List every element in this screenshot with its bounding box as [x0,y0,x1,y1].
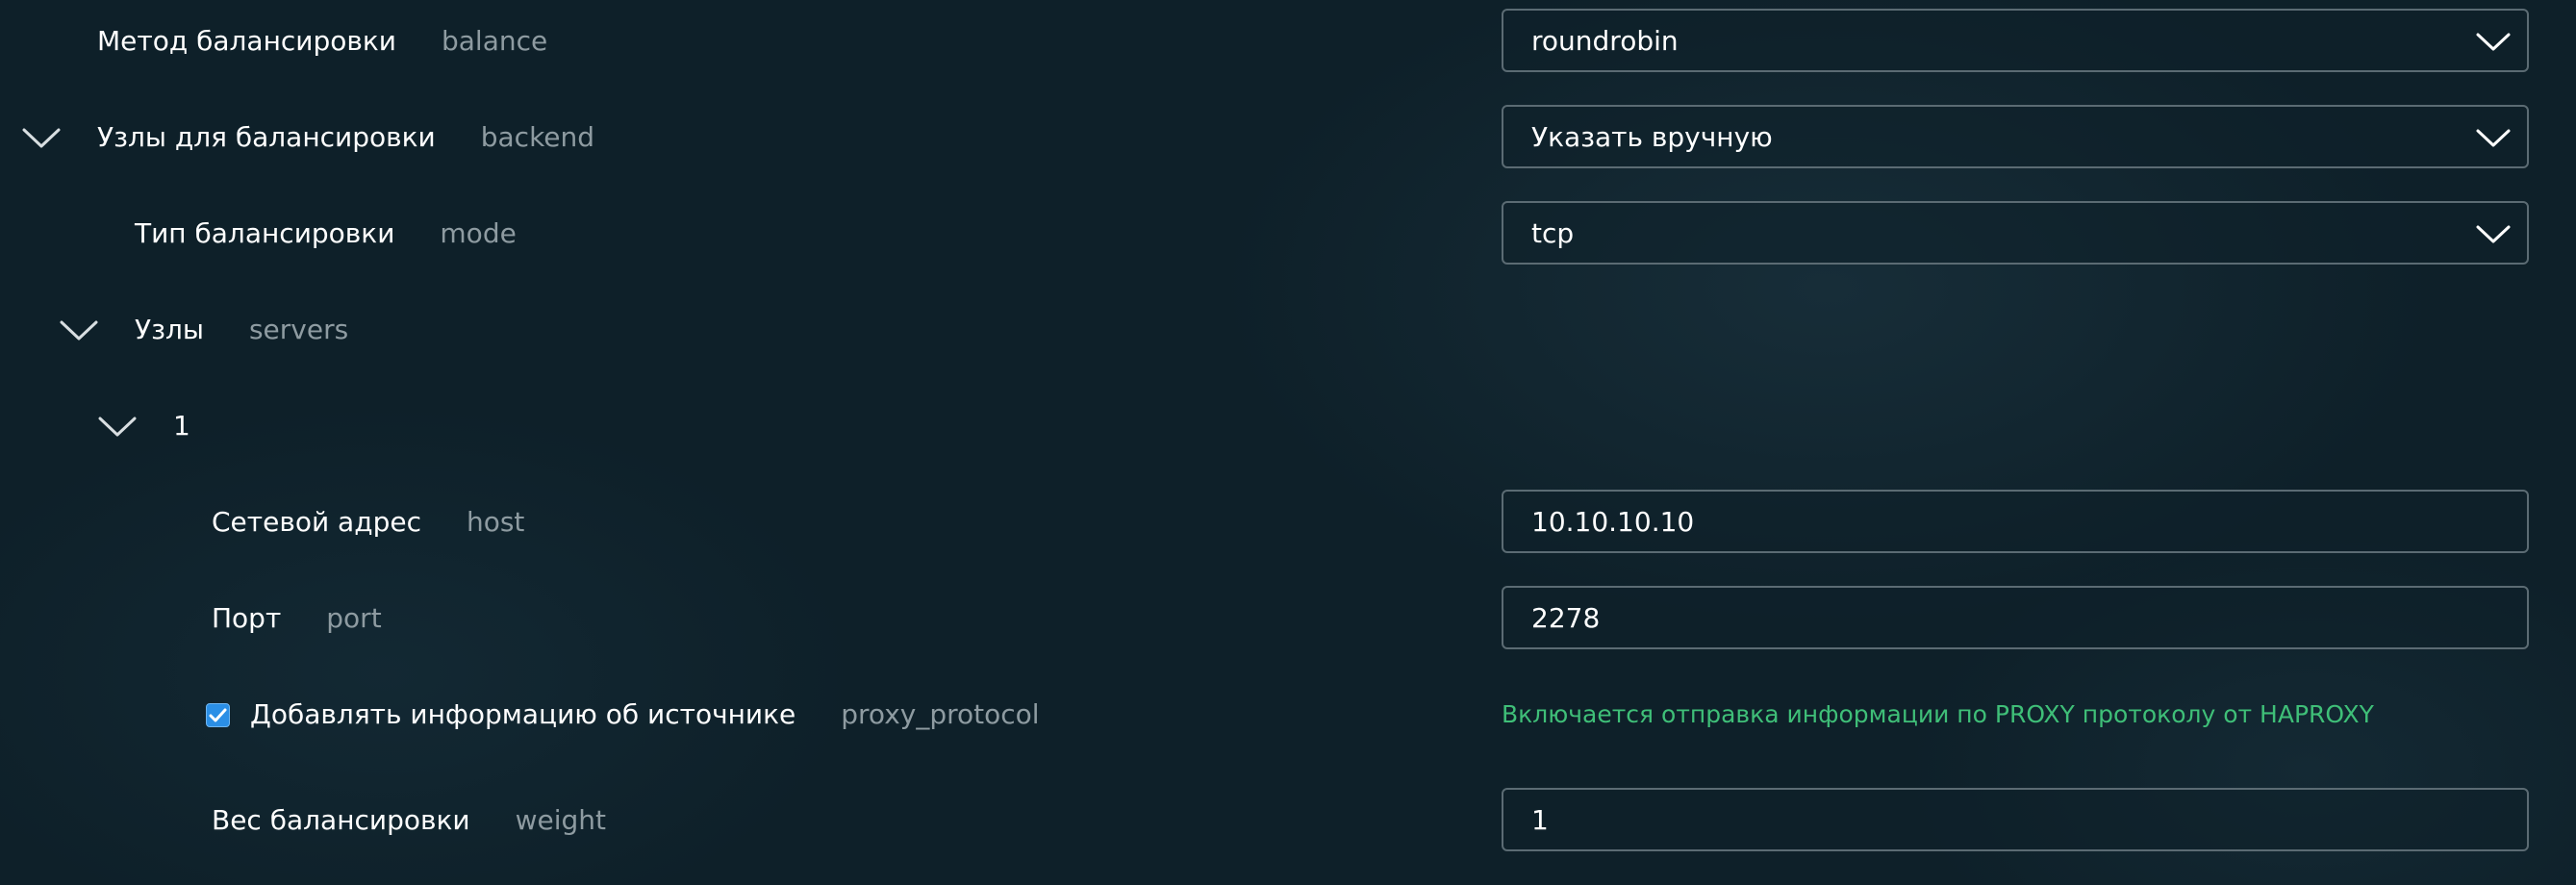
field-label-backend: Узлы для балансировки [97,121,436,153]
check-icon [209,708,227,722]
field-label-proxy-protocol: Добавлять информацию об источнике [250,698,796,730]
mode-select[interactable]: tcp [1502,201,2529,265]
field-key-weight: weight [515,804,607,836]
field-key-mode: mode [440,217,517,249]
backend-select[interactable]: Указать вручную [1502,105,2529,168]
port-input[interactable]: 2278 [1502,586,2529,649]
field-label-group-host: Сетевой адрес host [212,503,524,542]
balance-select-value: roundrobin [1531,24,1679,57]
backend-select-value: Указать вручную [1531,120,1773,153]
collapse-servers-chevron-down-icon[interactable] [59,316,99,343]
port-input-value: 2278 [1531,601,1601,634]
field-key-backend: backend [480,121,595,153]
field-label-weight: Вес балансировки [212,804,470,836]
field-label-balance: Метод балансировки [97,25,396,57]
field-label-group-backend: Узлы для балансировки backend [97,118,594,157]
balance-select[interactable]: roundrobin [1502,9,2529,72]
chevron-down-icon [2475,221,2512,246]
field-key-port: port [326,602,382,634]
collapse-server-1-chevron-down-icon[interactable] [97,413,138,440]
field-label-servers: Узлы [135,314,204,345]
field-label-group-balance: Метод балансировки balance [97,22,547,61]
field-key-servers: servers [248,314,349,345]
field-label-group-weight: Вес балансировки weight [212,801,606,840]
field-key-balance: balance [441,25,548,57]
field-label-group-servers: Узлы servers [135,311,348,349]
proxy-protocol-checkbox[interactable] [206,703,230,727]
chevron-down-icon [2475,125,2512,150]
server-item-index: 1 [173,410,190,442]
host-input-value: 10.10.10.10 [1531,505,1695,538]
field-label-mode: Тип балансировки [135,217,395,249]
weight-input[interactable]: 1 [1502,788,2529,851]
server-item-label-group: 1 [173,407,190,445]
field-label-group-proxy-protocol: Добавлять информацию об источнике proxy_… [250,695,1040,734]
proxy-protocol-hint: Включается отправка информации по PROXY … [1502,700,2374,728]
field-key-host: host [466,506,525,538]
field-label-host: Сетевой адрес [212,506,421,538]
field-label-group-mode: Тип балансировки mode [135,215,517,253]
collapse-backend-chevron-down-icon[interactable] [21,124,62,151]
field-label-group-port: Порт port [212,599,382,638]
chevron-down-icon [2475,29,2512,54]
weight-input-value: 1 [1531,803,1549,836]
field-label-port: Порт [212,602,282,634]
mode-select-value: tcp [1531,216,1575,249]
field-key-proxy-protocol: proxy_protocol [841,698,1040,730]
host-input[interactable]: 10.10.10.10 [1502,490,2529,553]
